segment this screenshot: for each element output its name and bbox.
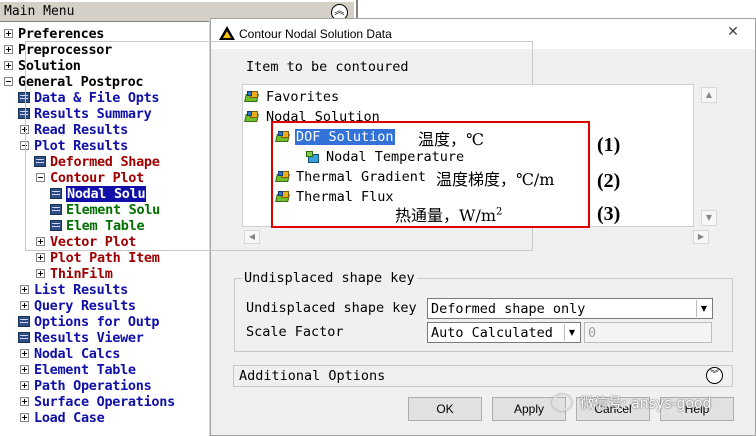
menu-item-label: Options for Outp [34,314,160,330]
scale-factor-mode: Auto Calculated [431,325,553,341]
item-group-label: Item to be contoured [244,59,411,75]
expand-options-icon[interactable]: ︾ [706,367,723,384]
result-folder-icon [244,91,259,103]
expand-plus-icon[interactable] [4,45,13,54]
annotation-tag-3: (3) [597,203,621,225]
expand-plus-icon[interactable] [20,285,29,294]
menu-item-label: Preferences [18,26,105,42]
expand-plus-icon[interactable] [36,253,45,262]
ansys-logo-icon [219,26,235,40]
menu-item-label: Query Results [34,298,136,314]
dialog-title: Contour Nodal Solution Data [239,27,392,41]
command-icon [18,316,30,327]
dropdown-arrow-icon[interactable]: ▼ [696,300,711,317]
expand-plus-icon[interactable] [20,413,29,422]
result-folder-icon [244,111,259,123]
command-icon [18,332,30,343]
annotation-tag-2: (2) [597,170,621,192]
menu-item-label: Load Case [34,410,105,426]
expand-plus-icon[interactable] [20,365,29,374]
expand-plus-icon[interactable] [20,301,29,310]
annotation-temperature: 温度，℃ [418,130,484,149]
watermark-text: 微信号: ansys-good [580,396,712,412]
scale-factor-value: 0 [588,325,597,341]
menu-item-label: List Results [34,282,128,298]
expand-plus-icon[interactable] [20,381,29,390]
undisplaced-shape-value: Deformed shape only [431,301,586,317]
main-menu-title: Main Menu [4,4,75,19]
expand-plus-icon[interactable] [20,397,29,406]
menu-item-label: ThinFilm [50,266,113,282]
undisplaced-shape-key-label: Undisplaced shape key [246,300,417,316]
menu-item-label: Path Operations [34,378,152,394]
scale-factor-input[interactable]: 0 [584,322,712,343]
undisplaced-group-label: Undisplaced shape key [242,270,417,286]
menu-item-label: Nodal Calcs [34,346,121,362]
dropdown-arrow-icon[interactable]: ▼ [564,324,579,341]
expand-plus-icon[interactable] [36,269,45,278]
scroll-right-arrow-icon[interactable]: ▶ [693,230,709,244]
menu-item-label: Surface Operations [34,394,175,410]
wechat-logo-icon [552,394,572,411]
menu-item-label: Results Viewer [34,330,144,346]
collapse-minus-icon[interactable] [4,77,13,86]
scroll-left-arrow-icon[interactable]: ◀ [244,230,260,244]
undisplaced-shape-select[interactable]: Deformed shape only ▼ [427,298,713,319]
scroll-down-arrow-icon[interactable]: ▼ [701,210,717,226]
scale-factor-select[interactable]: Auto Calculated ▼ [427,322,581,343]
expand-plus-icon[interactable] [4,61,13,70]
expand-plus-icon[interactable] [4,29,13,38]
annotation-tag-1: (1) [597,134,621,156]
annotation-flux: 热通量，W/m2 [395,206,503,225]
expand-plus-icon[interactable] [20,349,29,358]
scale-factor-label: Scale Factor [246,324,344,340]
close-icon[interactable]: ✕ [713,21,753,43]
additional-options-label: Additional Options [239,368,386,384]
annotation-gradient: 温度梯度，℃/m [436,170,555,189]
ok-button[interactable]: OK [408,397,482,421]
menu-item-label: Element Table [34,362,136,378]
menu-item-label: Plot Path Item [50,250,160,266]
tree-node-label: Favorites [266,89,340,105]
scroll-up-arrow-icon[interactable]: ▲ [701,87,717,103]
